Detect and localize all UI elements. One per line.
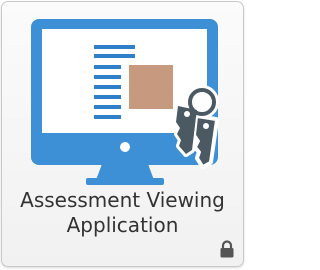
app-tile-assessment-viewing[interactable]: Assessment Viewing Application <box>1 1 244 267</box>
tile-title-line-2: Application <box>66 213 179 237</box>
monitor-with-keys-icon <box>31 19 219 185</box>
tile-title: Assessment Viewing Application <box>6 188 239 238</box>
tile-title-line-1: Assessment Viewing <box>20 188 225 212</box>
lock-icon <box>220 240 234 258</box>
